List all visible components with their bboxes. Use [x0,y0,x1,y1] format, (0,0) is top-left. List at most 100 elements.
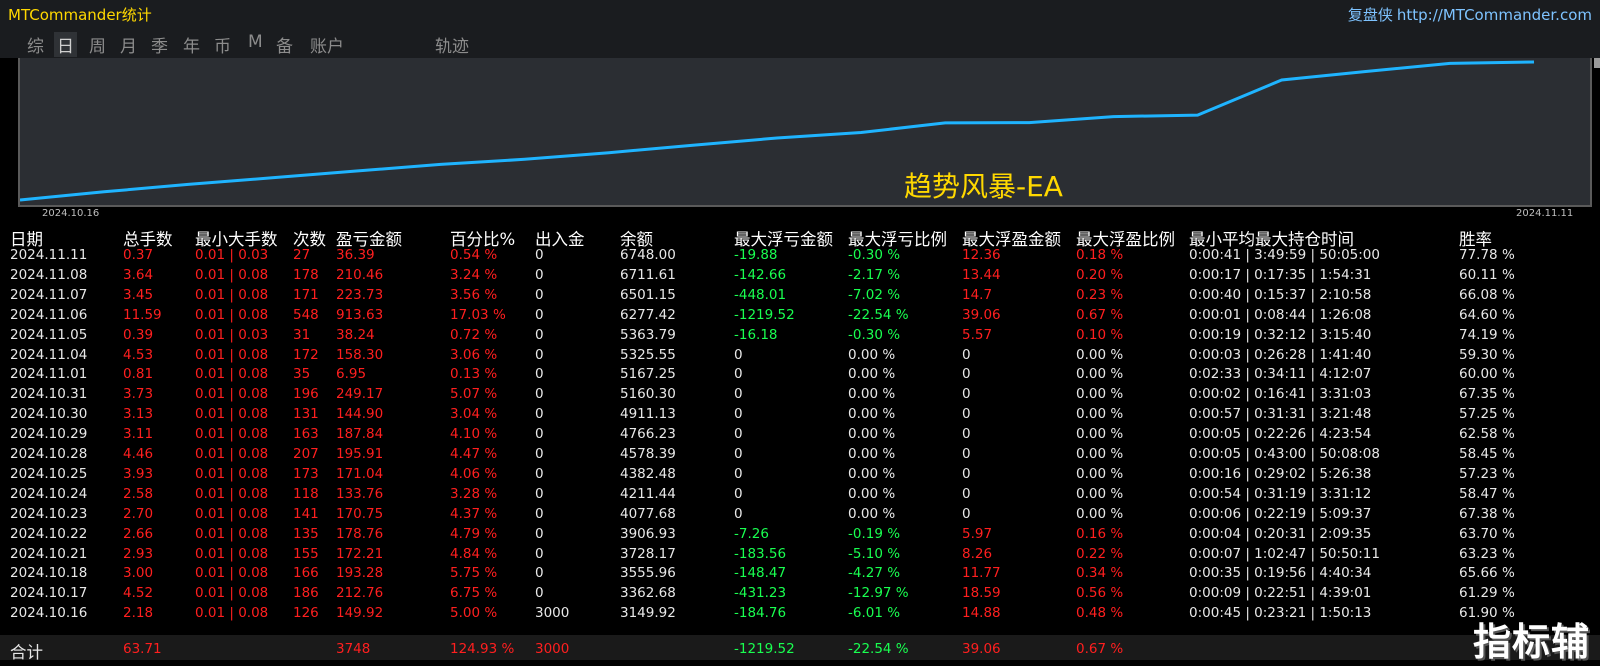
table-row[interactable]: 2024.11.050.390.01 | 0.033138.240.72 %05… [0,325,1600,345]
site-link[interactable]: 复盘侠http://MTCommander.com [1348,4,1592,25]
cell-max-float-loss: -7.26 [734,526,769,542]
cell-max-float-profit: 8.26 [962,546,992,562]
cell-balance: 5160.30 [620,386,676,402]
tab-summary[interactable]: 综 [24,32,47,57]
cell-max-float-loss: 0 [734,466,743,482]
cell-trade-count: 141 [293,506,319,522]
cell-deposit: 0 [535,406,544,422]
table-row[interactable]: 2024.10.293.110.01 | 0.08163187.844.10 %… [0,424,1600,444]
table-row[interactable]: 2024.11.044.530.01 | 0.08172158.303.06 %… [0,345,1600,365]
total-max-float-profit-pct: 0.67 % [1076,641,1123,657]
cell-profit: 36.39 [336,247,375,263]
cell-profit: 178.76 [336,526,383,542]
table-row[interactable]: 2024.11.0611.590.01 | 0.08548913.6317.03… [0,305,1600,325]
tab-weekly[interactable]: 周 [86,32,109,57]
cell-max-float-profit: 0 [962,506,971,522]
scroll-indicator[interactable] [1594,58,1600,68]
total-max-float-profit: 39.06 [962,641,1001,657]
tab-notes[interactable]: 备 [273,32,296,57]
tab-yearly[interactable]: 年 [180,32,203,57]
cell-max-float-loss: -142.66 [734,267,786,283]
table-row[interactable]: 2024.10.284.460.01 | 0.08207195.914.47 %… [0,444,1600,464]
table-row[interactable]: 2024.11.110.370.01 | 0.032736.390.54 %06… [0,245,1600,265]
cell-min-max-lots: 0.01 | 0.08 [195,446,268,462]
cell-deposit: 0 [535,307,544,323]
tab-trajectory[interactable]: 轨迹 [432,32,472,57]
cell-deposit: 0 [535,466,544,482]
tab-account[interactable]: 账户 [307,32,347,57]
cell-deposit: 0 [535,287,544,303]
cell-trade-count: 135 [293,526,319,542]
table-row[interactable]: 2024.10.253.930.01 | 0.08173171.044.06 %… [0,464,1600,484]
total-max-float-loss-pct: -22.54 % [848,641,909,657]
cell-max-float-profit-pct: 0.23 % [1076,287,1123,303]
site-url[interactable]: http://MTCommander.com [1397,6,1592,24]
cell-max-float-profit-pct: 0.48 % [1076,605,1123,621]
table-row[interactable]: 2024.10.242.580.01 | 0.08118133.763.28 %… [0,484,1600,504]
cell-win-rate: 61.29 % [1459,585,1515,601]
cell-trade-count: 166 [293,565,319,581]
cell-min-max-lots: 0.01 | 0.08 [195,406,268,422]
table-row[interactable]: 2024.10.313.730.01 | 0.08196249.175.07 %… [0,384,1600,404]
cell-win-rate: 62.58 % [1459,426,1515,442]
cell-balance: 6277.42 [620,307,676,323]
cell-balance: 5363.79 [620,327,676,343]
cell-hold-time: 0:00:03 | 0:26:28 | 1:41:40 [1189,347,1371,363]
cell-date: 2024.10.22 [10,526,87,542]
cell-total-lots: 2.18 [123,605,153,621]
tab-daily[interactable]: 日 [54,32,77,57]
cell-max-float-profit: 11.77 [962,565,1001,581]
cell-max-float-loss: -16.18 [734,327,778,343]
cell-date: 2024.10.16 [10,605,87,621]
cell-max-float-loss-pct: 0.00 % [848,347,895,363]
cell-trade-count: 178 [293,267,319,283]
cell-max-float-loss-pct: -5.10 % [848,546,900,562]
cell-max-float-profit-pct: 0.16 % [1076,526,1123,542]
cell-max-float-loss-pct: 0.00 % [848,406,895,422]
tab-quarterly[interactable]: 季 [148,32,171,57]
table-row[interactable]: 2024.10.232.700.01 | 0.08141170.754.37 %… [0,504,1600,524]
table-row[interactable]: 2024.11.010.810.01 | 0.08356.950.13 %051… [0,364,1600,384]
cell-max-float-loss: -148.47 [734,565,786,581]
cell-hold-time: 0:00:04 | 0:20:31 | 2:09:35 [1189,526,1371,542]
cell-percent: 3.06 % [450,347,497,363]
cell-date: 2024.11.06 [10,307,87,323]
tab-monthly[interactable]: 月 [117,32,140,57]
app-title: MTCommander统计 [8,4,152,25]
cell-profit: 172.21 [336,546,383,562]
cell-max-float-loss: 0 [734,386,743,402]
cell-percent: 3.56 % [450,287,497,303]
cell-trade-count: 35 [293,366,310,382]
cell-max-float-loss-pct: -22.54 % [848,307,909,323]
table-row[interactable]: 2024.11.083.640.01 | 0.08178210.463.24 %… [0,265,1600,285]
cell-trade-count: 118 [293,486,319,502]
tab-magic[interactable]: M [245,32,266,52]
cell-balance: 3362.68 [620,585,676,601]
cell-total-lots: 2.70 [123,506,153,522]
cell-max-float-profit: 0 [962,366,971,382]
table-row[interactable]: 2024.10.162.180.01 | 0.08126149.925.00 %… [0,603,1600,623]
cell-total-lots: 4.52 [123,585,153,601]
table-row[interactable]: 2024.10.183.000.01 | 0.08166193.285.75 %… [0,563,1600,583]
x-axis-start-label: 2024.10.16 [42,208,99,219]
tab-currency[interactable]: 币 [211,32,234,57]
cell-profit: 133.76 [336,486,383,502]
cell-win-rate: 64.60 % [1459,307,1515,323]
cell-max-float-profit-pct: 0.00 % [1076,386,1123,402]
cell-max-float-loss-pct: -12.97 % [848,585,909,601]
cell-percent: 3.24 % [450,267,497,283]
cell-balance: 3728.17 [620,546,676,562]
total-percent: 124.93 % [450,641,514,657]
cell-balance: 4211.44 [620,486,676,502]
table-row[interactable]: 2024.10.174.520.01 | 0.08186212.766.75 %… [0,583,1600,603]
cell-hold-time: 0:02:33 | 0:34:11 | 4:12:07 [1189,366,1371,382]
table-row[interactable]: 2024.10.212.930.01 | 0.08155172.214.84 %… [0,544,1600,564]
title-bar: MTCommander统计 复盘侠http://MTCommander.com [0,0,1600,26]
cell-max-float-loss-pct: -6.01 % [848,605,900,621]
cell-date: 2024.10.17 [10,585,87,601]
table-row[interactable]: 2024.10.303.130.01 | 0.08131144.903.04 %… [0,404,1600,424]
table-row[interactable]: 2024.11.073.450.01 | 0.08171223.733.56 %… [0,285,1600,305]
table-row[interactable]: 2024.10.222.660.01 | 0.08135178.764.79 %… [0,524,1600,544]
cell-profit: 193.28 [336,565,383,581]
cell-deposit: 0 [535,247,544,263]
